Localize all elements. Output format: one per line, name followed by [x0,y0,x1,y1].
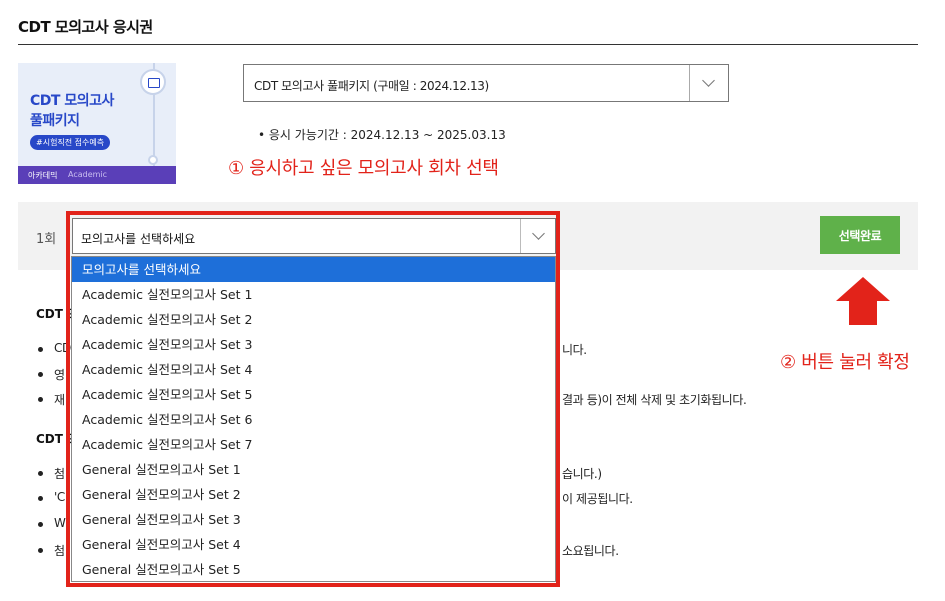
bullet [38,372,43,377]
note-text: 니다. [562,343,587,357]
note-text: 소요됩니다. [562,544,619,558]
chevron-down-icon [702,74,715,87]
confirm-selection-button[interactable]: 선택완료 [820,216,900,254]
note-text: 첨 [54,544,65,558]
highlight-frame [66,211,560,587]
note-text: 영 [54,368,65,382]
decor-dot-icon [148,155,158,165]
banner-brand: 아카데믹 [28,171,58,180]
product-banner: CDT 모의고사 풀패키지 #시험직전 점수예측 아카데믹 Academic [18,63,176,184]
bullet [38,496,43,501]
note-text: 첨 [54,467,65,481]
note-text: 'C [54,490,65,504]
banner-title: CDT 모의고사 [30,93,114,109]
banner-brand-sub: Academic [68,170,108,179]
package-select-value: CDT 모의고사 풀패키지 (구매일 : 2024.12.13) [254,79,489,93]
banner-footer: 아카데믹 Academic [18,166,176,184]
package-select[interactable]: CDT 모의고사 풀패키지 (구매일 : 2024.12.13) [243,64,729,102]
bullet [38,347,43,352]
note-text: 재 [54,393,65,407]
bullet [38,548,43,553]
annotation-step2: ② 버튼 눌러 확정 [780,352,910,373]
title-divider [18,44,918,45]
bullet [38,522,43,527]
annotation-step1: ① 응시하고 싶은 모의고사 회차 선택 [228,158,499,179]
note-text: 이 제공됩니다. [562,492,633,506]
note-text: W [54,516,66,530]
monitor-icon [140,69,166,95]
note-text: 결과 등)이 전체 삭제 및 초기화됩니다. [562,393,747,407]
note-text: 습니다.) [562,467,602,481]
banner-subtitle: 풀패키지 [30,113,80,129]
bullet [38,397,43,402]
bullet [38,471,43,476]
package-select-toggle[interactable] [689,65,728,101]
round-label: 1회 [36,232,57,247]
banner-pill: #시험직전 점수예측 [30,135,111,150]
page-title: CDT 모의고사 응시권 [18,18,153,36]
red-up-arrow-icon [836,277,890,325]
availability-period: • 응시 가능기간 : 2024.12.13 ~ 2025.03.13 [258,128,506,142]
